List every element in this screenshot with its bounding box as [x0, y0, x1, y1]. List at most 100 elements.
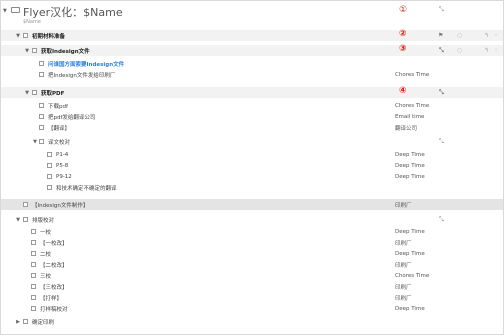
task-row[interactable]: ▼ 初期材料准备 ② ⚑ ○ ↰ ◦	[1, 29, 503, 41]
context-label[interactable]: Deep Time	[395, 174, 425, 180]
task-label[interactable]: 【打样】	[40, 294, 62, 302]
collapse-triangle-icon[interactable]: ▼	[15, 217, 21, 223]
task-label[interactable]: 初期材料准备	[32, 32, 65, 40]
collapse-triangle-icon[interactable]: ▼	[32, 139, 38, 145]
task-row[interactable]: 打样稿校对 Deep Time	[1, 303, 503, 314]
project-title[interactable]: Flyer汉化：$Name	[23, 4, 123, 20]
task-row[interactable]: ▼ 获取PDF ④ ⤡	[1, 86, 503, 98]
task-label[interactable]: P5-8	[56, 163, 68, 169]
task-row[interactable]: 【一校改】 印刷厂	[1, 237, 503, 248]
task-label[interactable]: 【三校改】	[40, 283, 68, 291]
task-label[interactable]: 获取Indesign文件	[41, 47, 90, 55]
checkbox[interactable]	[31, 284, 36, 289]
task-label[interactable]: 排版校对	[32, 216, 54, 224]
task-row[interactable]: 三校 Chores Time	[1, 270, 503, 281]
task-label[interactable]: P9-12	[56, 174, 72, 180]
checkbox[interactable]	[47, 152, 52, 157]
task-row[interactable]: 二校 Deep Time	[1, 248, 503, 259]
task-row[interactable]: 和技术确定不确定的翻译	[1, 182, 503, 193]
collapse-triangle-icon[interactable]: ▶	[15, 319, 21, 325]
task-row[interactable]: 把Indesign文件发给印刷厂 Chores Time	[1, 69, 503, 80]
task-row[interactable]: P5-8 Deep Time	[1, 160, 503, 171]
task-row[interactable]: ▼ 获取Indesign文件 ③ ⤡ ○ ↰ ◦	[1, 44, 503, 56]
checkbox[interactable]	[39, 125, 44, 130]
task-label[interactable]: 下载pdf	[48, 102, 68, 110]
task-row[interactable]: 【Indesign文件制作】 印刷厂	[1, 199, 503, 210]
task-label[interactable]: P1-4	[56, 152, 68, 158]
task-row[interactable]: ▼ 排版校对 ⤡	[1, 214, 503, 225]
task-label[interactable]: 确定印刷	[32, 318, 54, 326]
task-row[interactable]: 【打样】 印刷厂	[1, 292, 503, 303]
checkbox[interactable]	[23, 319, 28, 324]
context-label[interactable]: 印刷厂	[395, 261, 412, 269]
task-label[interactable]: 【翻译】	[48, 124, 70, 132]
checkbox[interactable]	[47, 185, 52, 190]
task-row[interactable]: 下载pdf Chores Time	[1, 100, 503, 111]
task-row[interactable]: ▼ 译文校对 ⤡	[1, 136, 503, 147]
context-label[interactable]: Deep Time	[395, 229, 425, 235]
expand-icon[interactable]: ⤡	[439, 47, 444, 55]
checkbox[interactable]	[23, 217, 28, 222]
context-label[interactable]: Email time	[395, 114, 424, 120]
task-row[interactable]: 把pdf发给翻译公司 Email time	[1, 111, 503, 122]
checkbox[interactable]	[31, 273, 36, 278]
task-label[interactable]: 三校	[40, 272, 51, 280]
checkbox[interactable]	[31, 262, 36, 267]
context-label[interactable]: 印刷厂	[395, 294, 412, 302]
task-row[interactable]: 【翻译】 翻译公司	[1, 122, 503, 133]
collapse-triangle-icon[interactable]: ▼	[3, 8, 7, 14]
task-row[interactable]: 问谁国方面索要Indesign文件	[1, 58, 503, 69]
checkbox[interactable]	[23, 33, 28, 38]
checkbox[interactable]	[39, 72, 44, 77]
expand-icon[interactable]: ⤡	[439, 89, 444, 97]
context-label[interactable]: Deep Time	[395, 163, 425, 169]
checkbox[interactable]	[47, 174, 52, 179]
task-row[interactable]: 一校 Deep Time	[1, 226, 503, 237]
task-label[interactable]: 把pdf发给翻译公司	[48, 113, 95, 121]
task-row[interactable]: 【二校改】 印刷厂	[1, 259, 503, 270]
task-label[interactable]: 问谁国方面索要Indesign文件	[48, 60, 124, 68]
context-label[interactable]: 印刷厂	[395, 283, 412, 291]
context-label[interactable]: Chores Time	[395, 273, 429, 279]
task-label[interactable]: 把Indesign文件发给印刷厂	[48, 71, 115, 79]
task-row[interactable]: P9-12 Deep Time	[1, 171, 503, 182]
expand-icon[interactable]: ⤡	[439, 138, 444, 146]
collapse-triangle-icon[interactable]: ▼	[24, 48, 30, 54]
expand-icon[interactable]: ⤡	[439, 216, 444, 224]
context-label[interactable]: 印刷厂	[395, 239, 412, 247]
task-label[interactable]: 【二校改】	[40, 261, 68, 269]
checkbox[interactable]	[39, 114, 44, 119]
context-label[interactable]: 印刷厂	[395, 201, 412, 209]
checkbox[interactable]	[39, 103, 44, 108]
context-label[interactable]: Chores Time	[395, 72, 429, 78]
checkbox[interactable]	[31, 295, 36, 300]
checkbox[interactable]	[39, 139, 44, 144]
task-label[interactable]: 二校	[40, 250, 51, 258]
checkbox[interactable]	[32, 90, 37, 95]
collapse-triangle-icon[interactable]: ▼	[15, 33, 21, 39]
task-label[interactable]: 和技术确定不确定的翻译	[56, 184, 117, 192]
context-label[interactable]: 翻译公司	[395, 124, 417, 132]
task-row[interactable]: ▶ 确定印刷	[1, 316, 503, 327]
checkbox[interactable]	[31, 240, 36, 245]
task-label[interactable]: 【Indesign文件制作】	[32, 201, 88, 209]
context-label[interactable]: Deep Time	[395, 251, 425, 257]
context-label[interactable]: Chores Time	[395, 103, 429, 109]
checkbox[interactable]	[47, 163, 52, 168]
context-label[interactable]: Deep Time	[395, 152, 425, 158]
task-row[interactable]: P1-4 Deep Time	[1, 149, 503, 160]
collapse-triangle-icon[interactable]: ▼	[24, 90, 30, 96]
task-label[interactable]: 译文校对	[48, 138, 70, 146]
task-label[interactable]: 获取PDF	[41, 89, 64, 97]
task-label[interactable]: 【一校改】	[40, 239, 68, 247]
task-label[interactable]: 打样稿校对	[40, 305, 68, 313]
checkbox[interactable]	[39, 61, 44, 66]
flag-icon[interactable]: ⚑	[438, 32, 443, 39]
checkbox[interactable]	[31, 229, 36, 234]
checkbox[interactable]	[23, 202, 28, 207]
expand-icon[interactable]: ⤡	[439, 6, 444, 14]
project-note[interactable]: $Name	[23, 19, 41, 25]
context-label[interactable]: Deep Time	[395, 306, 425, 312]
checkbox[interactable]	[32, 48, 37, 53]
task-label[interactable]: 一校	[40, 228, 51, 236]
